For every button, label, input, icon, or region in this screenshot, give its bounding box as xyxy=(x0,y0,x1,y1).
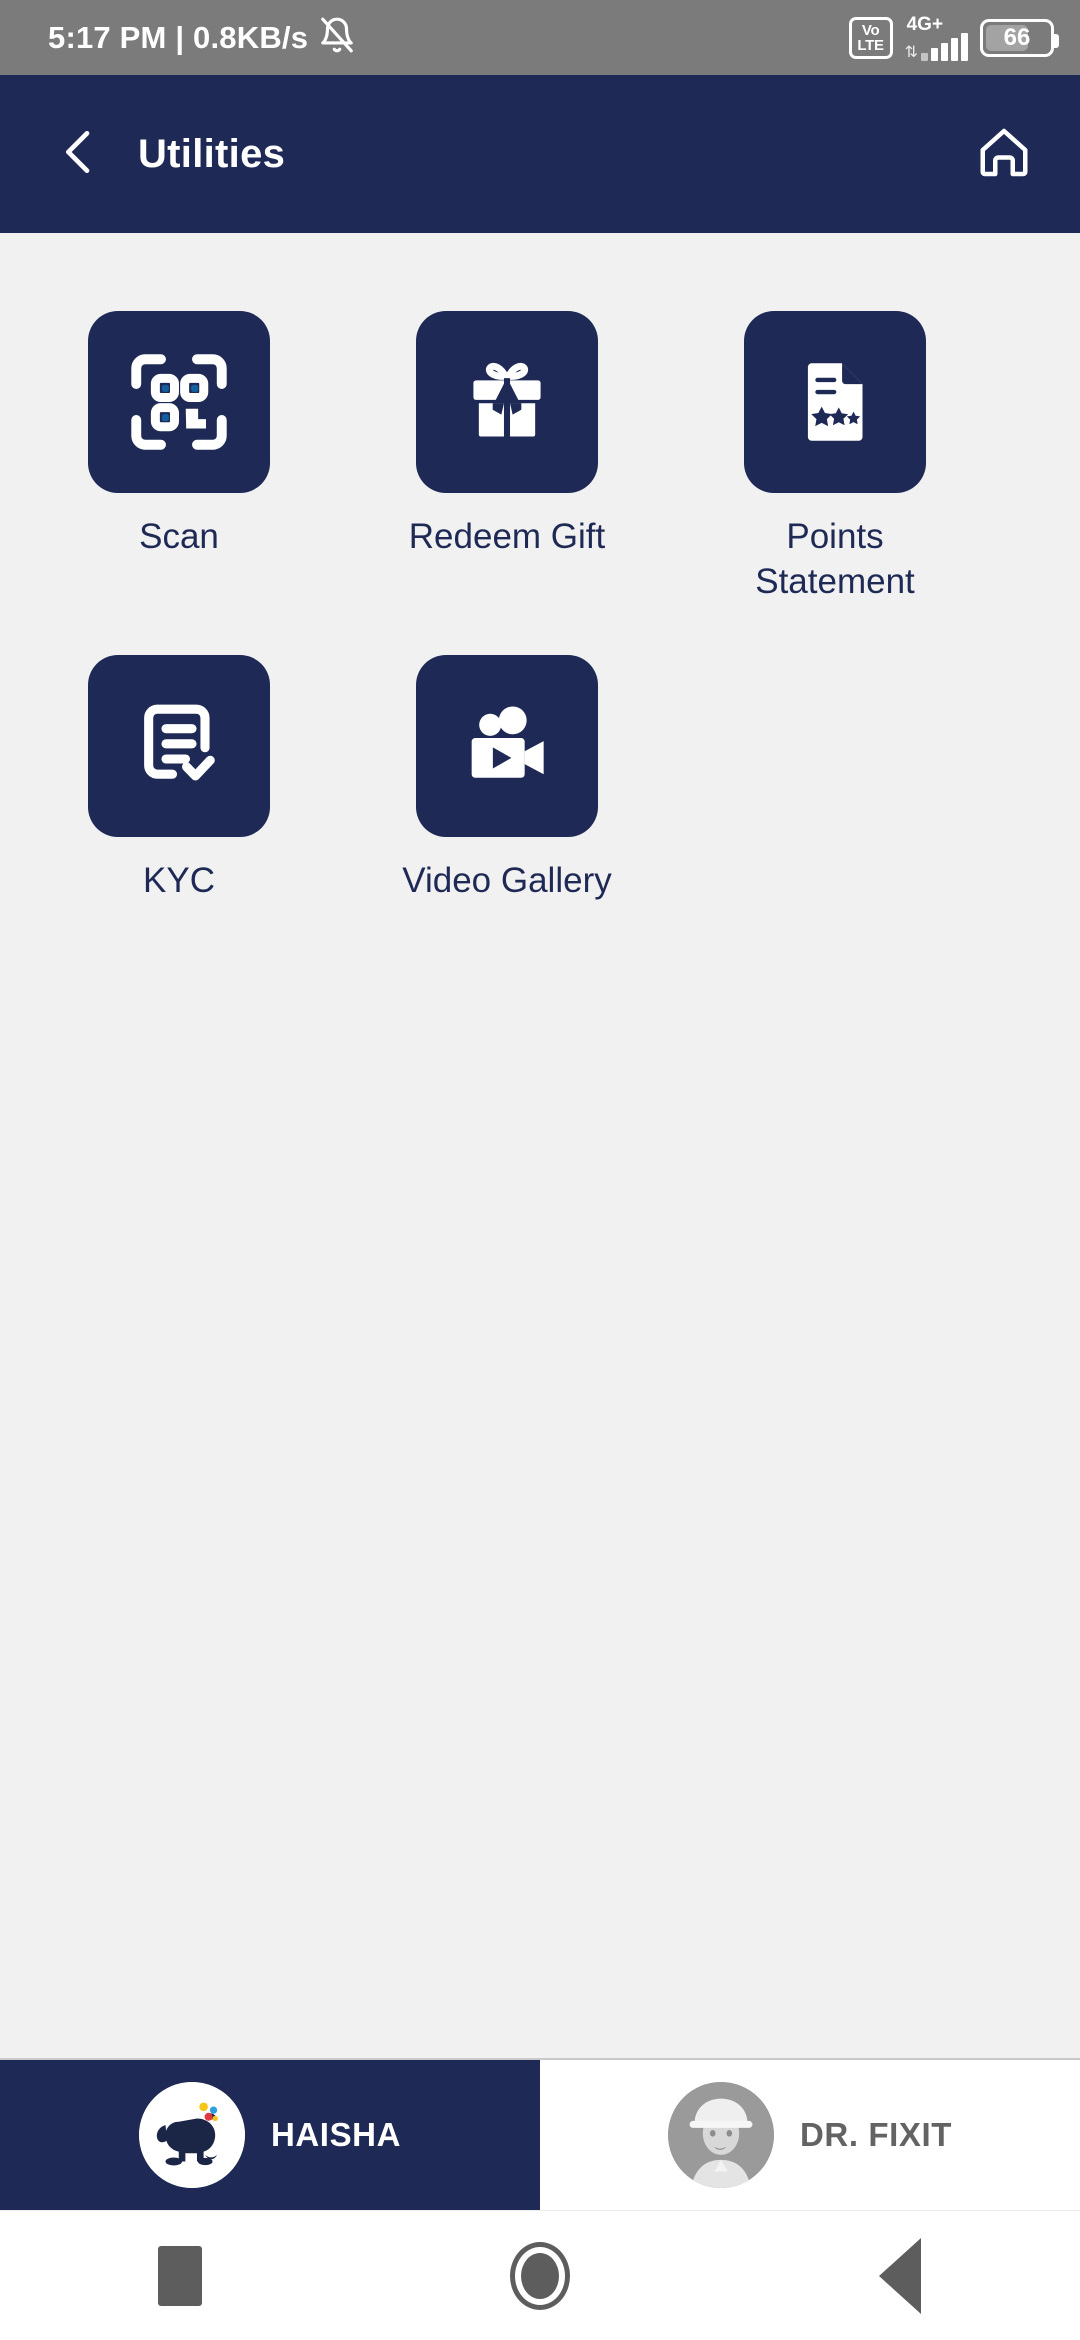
status-bar: 5:17 PM | 0.8KB/s Vo LTE 4G+ ⇅ 66 xyxy=(0,0,1080,75)
status-clock: 5:17 PM | 0.8KB/s xyxy=(48,19,309,55)
volte-icon: Vo LTE xyxy=(848,16,893,59)
square-recents-icon xyxy=(158,2245,202,2306)
recents-button[interactable] xyxy=(120,2216,240,2336)
home-nav-button[interactable] xyxy=(480,2216,600,2336)
grid-item-redeem-gift[interactable]: Redeem Gift xyxy=(409,311,744,605)
grid-item-points-statement[interactable]: Points Statement xyxy=(744,311,1072,605)
utilities-content: Scan Redeem Gift Points Statement KYC Vi… xyxy=(0,233,1080,2058)
triangle-back-icon xyxy=(879,2237,921,2314)
volte-bottom-text: LTE xyxy=(857,36,884,54)
grid-item-video-gallery[interactable]: Video Gallery xyxy=(402,654,744,904)
brand-tab-haisha[interactable]: HAISHA xyxy=(0,2060,540,2210)
qr-scan-icon xyxy=(131,354,227,450)
home-button[interactable] xyxy=(966,116,1042,192)
page-title: Utilities xyxy=(138,131,286,176)
tile-points-statement[interactable] xyxy=(744,311,926,493)
app-bar: Utilities xyxy=(0,75,1080,233)
tile-redeem-gift[interactable] xyxy=(416,311,598,493)
network-indicator: 4G+ ⇅ xyxy=(905,15,968,61)
gift-icon xyxy=(473,362,541,437)
grid-item-label: Scan xyxy=(139,517,219,556)
tile-scan[interactable] xyxy=(88,311,270,493)
system-nav-bar xyxy=(0,2210,1080,2340)
utilities-grid: Scan Redeem Gift Points Statement KYC Vi… xyxy=(0,311,1080,953)
elephant-logo-avatar xyxy=(138,2082,245,2188)
data-transfer-icon: ⇅ xyxy=(904,43,918,61)
volte-top-text: Vo xyxy=(861,21,880,39)
brand-tab-label: HAISHA xyxy=(270,2116,402,2153)
signal-bars-icon xyxy=(921,32,968,61)
brand-tab-dr-fixit[interactable]: DR. FIXIT xyxy=(540,2060,1080,2210)
engineer-portrait-avatar xyxy=(667,2082,774,2188)
tile-kyc[interactable] xyxy=(88,654,270,837)
grid-item-label: Points Statement xyxy=(755,517,915,601)
video-camera-icon xyxy=(471,706,544,778)
grid-item-kyc[interactable]: KYC xyxy=(88,654,416,904)
document-checklist-icon xyxy=(144,704,215,781)
brand-tab-label: DR. FIXIT xyxy=(799,2116,953,2153)
grid-item-label: Redeem Gift xyxy=(408,517,606,556)
network-type-label: 4G+ xyxy=(906,13,944,35)
bell-muted-icon xyxy=(318,16,356,59)
circle-home-icon xyxy=(510,2241,570,2310)
chevron-left-icon xyxy=(52,124,108,185)
back-button[interactable] xyxy=(44,118,116,190)
document-stars-icon xyxy=(807,363,863,441)
back-nav-button[interactable] xyxy=(840,2216,960,2336)
home-icon xyxy=(974,122,1034,187)
grid-item-label: KYC xyxy=(143,860,215,900)
phone-screen: 5:17 PM | 0.8KB/s Vo LTE 4G+ ⇅ 66 Utilit… xyxy=(0,0,1080,2340)
battery-icon: 66 xyxy=(980,18,1059,57)
tile-video-gallery[interactable] xyxy=(416,654,598,837)
status-bar-left: 5:17 PM | 0.8KB/s xyxy=(48,16,356,59)
battery-level-label: 66 xyxy=(1003,23,1031,51)
grid-item-label: Video Gallery xyxy=(402,860,612,900)
grid-item-scan[interactable]: Scan xyxy=(88,311,416,605)
brand-tab-bar: HAISHA DR. FIXIT xyxy=(0,2058,1080,2210)
status-bar-right: Vo LTE 4G+ ⇅ 66 xyxy=(848,15,1059,61)
